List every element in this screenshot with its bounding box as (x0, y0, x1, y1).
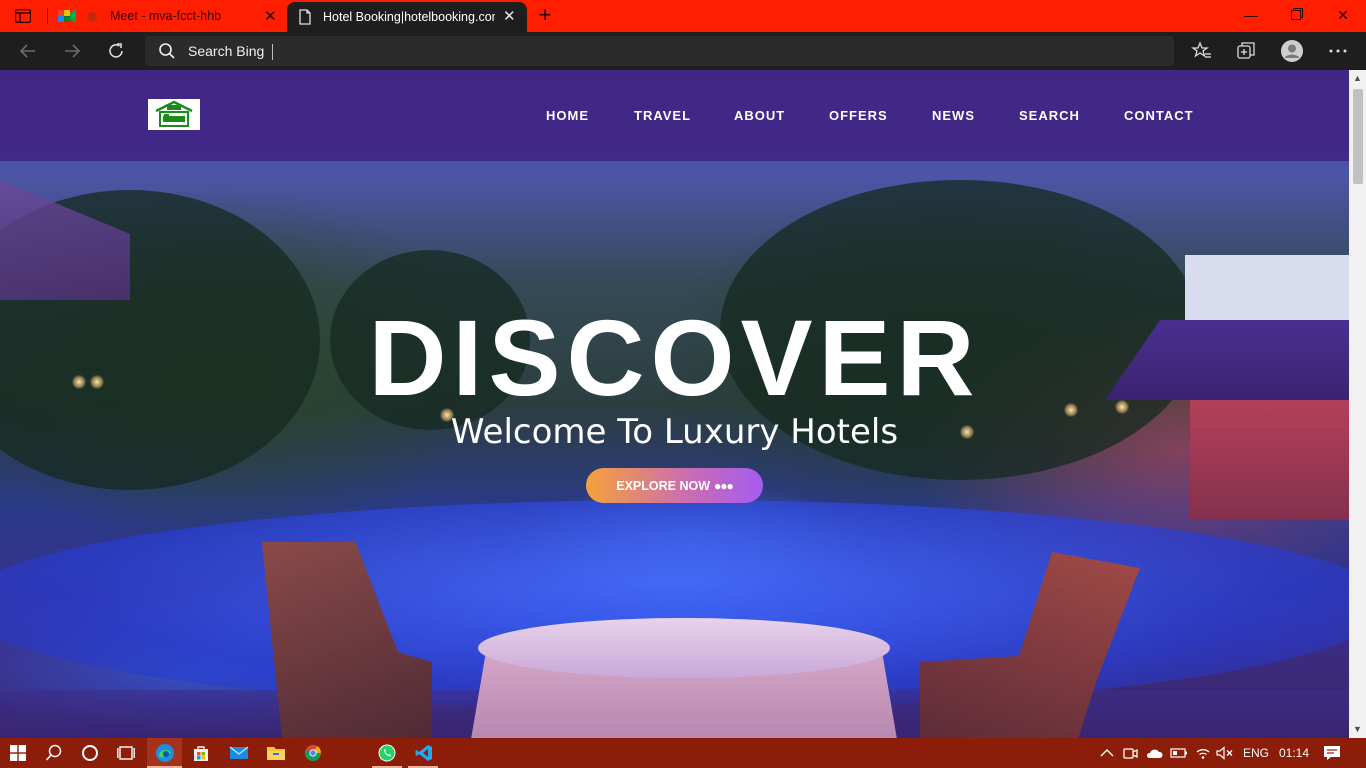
cortana-icon[interactable] (79, 742, 101, 764)
whatsapp-icon[interactable] (376, 742, 398, 764)
meet-now-icon[interactable] (1119, 742, 1141, 764)
tab-title: Hotel Booking|hotelbooking.com (323, 10, 495, 24)
tab-meet[interactable]: Meet - mva-fcct-hhb ✕ (52, 0, 284, 32)
browser-tab-strip: Meet - mva-fcct-hhb ✕ Hotel Booking|hote… (0, 0, 1366, 32)
address-bar[interactable]: Search Bing (145, 36, 1174, 66)
web-page: HOME TRAVEL ABOUT OFFERS NEWS SEARCH CON… (0, 70, 1349, 738)
nav-contact[interactable]: CONTACT (1124, 108, 1194, 123)
hero-subtitle: Welcome To Luxury Hotels (450, 412, 899, 452)
forward-icon[interactable] (61, 40, 83, 62)
tab-actions-icon[interactable] (8, 5, 38, 27)
onedrive-icon[interactable] (1143, 742, 1165, 764)
refresh-icon[interactable] (105, 40, 127, 62)
language-indicator[interactable]: ENG (1243, 746, 1269, 760)
explore-now-button[interactable]: EXPLORE NOW ●●● (586, 468, 763, 503)
minimize-icon[interactable]: — (1241, 6, 1261, 24)
nav-search[interactable]: SEARCH (1019, 108, 1080, 123)
more-menu-icon[interactable] (1327, 40, 1349, 62)
tab-close-icon[interactable]: ✕ (503, 9, 516, 24)
search-icon (158, 42, 176, 65)
close-window-icon[interactable]: ✕ (1333, 6, 1353, 24)
muted-icon[interactable] (86, 10, 98, 28)
nav-travel[interactable]: TRAVEL (634, 108, 691, 123)
page-icon (299, 9, 311, 30)
show-hidden-icons-icon[interactable] (1096, 742, 1118, 764)
edge-icon[interactable] (154, 742, 176, 764)
google-meet-icon (58, 8, 76, 29)
windows-start-icon[interactable] (7, 742, 29, 764)
restore-icon[interactable] (1287, 6, 1307, 24)
hotel-logo[interactable] (148, 99, 200, 130)
new-tab-button[interactable]: + (534, 4, 556, 26)
browser-toolbar: Search Bing (0, 32, 1366, 70)
text-caret (272, 44, 273, 60)
back-icon[interactable] (17, 40, 39, 62)
collections-icon[interactable] (1235, 40, 1257, 62)
clock[interactable]: 01:14 (1279, 746, 1309, 760)
nav-home[interactable]: HOME (546, 108, 589, 123)
cta-label: EXPLORE NOW (616, 478, 710, 493)
dining-table (478, 618, 890, 678)
scroll-up-icon[interactable]: ▲ (1349, 70, 1366, 87)
hero-title: DISCOVER (368, 297, 981, 418)
windows-taskbar: ENG 01:14 (0, 738, 1366, 768)
tab-separator (47, 8, 48, 24)
store-icon[interactable] (190, 742, 212, 764)
volume-muted-icon[interactable] (1214, 742, 1236, 764)
profile-avatar-icon[interactable] (1281, 40, 1303, 62)
wifi-icon[interactable] (1192, 742, 1214, 764)
file-explorer-icon[interactable] (265, 742, 287, 764)
scroll-thumb[interactable] (1353, 89, 1363, 184)
nav-offers[interactable]: OFFERS (829, 108, 888, 123)
search-icon[interactable] (43, 742, 65, 764)
favorites-icon[interactable] (1191, 40, 1213, 62)
nav-news[interactable]: NEWS (932, 108, 975, 123)
scroll-down-icon[interactable]: ▼ (1349, 721, 1366, 738)
nav-about[interactable]: ABOUT (734, 108, 785, 123)
notifications-icon[interactable] (1321, 742, 1343, 764)
tab-close-icon[interactable]: ✕ (264, 9, 277, 24)
page-scrollbar[interactable]: ▲ ▼ (1349, 70, 1366, 738)
cta-dots-icon: ●●● (714, 478, 734, 493)
vscode-icon[interactable] (413, 742, 435, 764)
mail-icon[interactable] (228, 742, 250, 764)
battery-icon[interactable] (1168, 742, 1190, 764)
address-placeholder: Search Bing (188, 43, 265, 59)
chrome-icon[interactable] (302, 742, 324, 764)
task-view-icon[interactable] (115, 742, 137, 764)
tab-title: Meet - mva-fcct-hhb (110, 9, 222, 23)
tab-hotel-booking[interactable]: Hotel Booking|hotelbooking.com ✕ (287, 2, 527, 32)
